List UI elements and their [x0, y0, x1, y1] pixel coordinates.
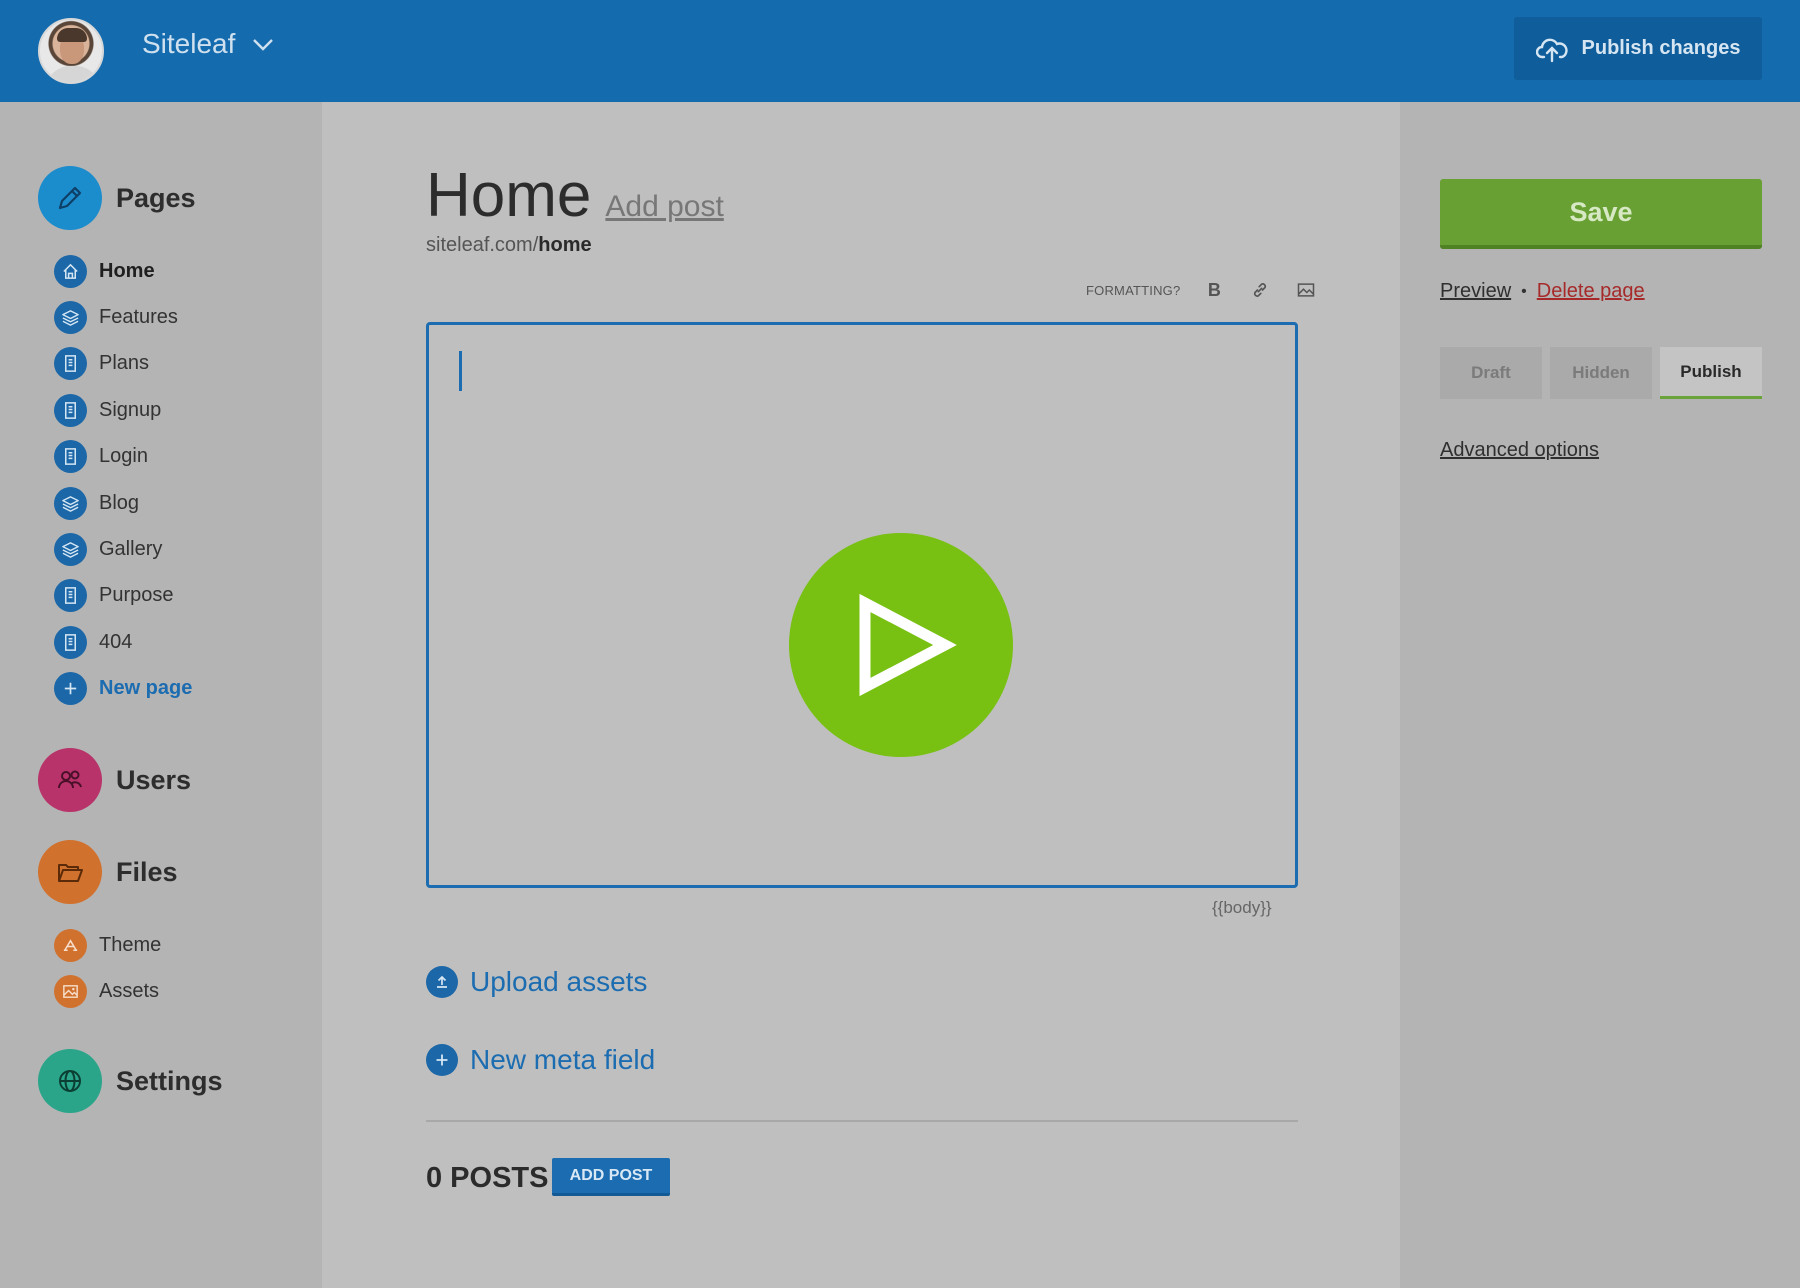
sidebar-item-theme[interactable]: Theme [54, 922, 161, 968]
document-icon [54, 440, 87, 474]
url-prefix: siteleaf.com/ [426, 234, 539, 256]
sidebar-item-label: Login [99, 445, 148, 468]
formatting-toolbar: FORMATTING? B [1086, 278, 1318, 302]
sidebar-item-purpose[interactable]: Purpose [54, 573, 192, 619]
site-name: Siteleaf [142, 28, 236, 59]
document-icon [54, 347, 87, 381]
new-page-label: New page [99, 677, 193, 700]
section-settings[interactable]: Settings [38, 1049, 223, 1113]
chevron-down-icon [253, 39, 274, 51]
home-icon [54, 254, 87, 288]
publish-changes-label: Publish changes [1581, 37, 1741, 59]
sidebar-item-404[interactable]: 404 [54, 619, 192, 665]
section-files[interactable]: Files [38, 840, 178, 904]
sidebar-item-plans[interactable]: Plans [54, 341, 192, 387]
posts-count: 0 POSTS [426, 1162, 549, 1194]
separator: • [1521, 282, 1527, 300]
publish-panel: Save Preview • Delete page Draft Hidden … [1400, 102, 1800, 1288]
sidebar-item-assets[interactable]: Assets [54, 968, 161, 1014]
pages-list: Home Features Plans Signup Login Blog Ga… [54, 248, 192, 712]
sidebar-item-label: Home [99, 259, 155, 282]
status-tabs: Draft Hidden Publish [1440, 347, 1762, 399]
page-title: Home Add post [426, 160, 724, 231]
upload-assets-button[interactable]: Upload assets [426, 966, 647, 998]
new-meta-field-button[interactable]: New meta field [426, 1044, 655, 1076]
layers-icon [54, 533, 87, 567]
formatting-help-link[interactable]: FORMATTING? [1086, 283, 1180, 298]
site-switcher[interactable]: Siteleaf [142, 28, 275, 60]
main-content: Home Add post siteleaf.com/home FORMATTI… [322, 102, 1400, 1288]
top-bar: Siteleaf Publish changes [0, 0, 1800, 102]
pencil-icon [38, 166, 102, 230]
section-users-label: Users [116, 764, 192, 795]
section-settings-label: Settings [116, 1065, 223, 1096]
sidebar-item-features[interactable]: Features [54, 294, 192, 340]
plus-icon [54, 672, 87, 706]
new-page-button[interactable]: New page [54, 666, 192, 712]
add-post-button[interactable]: ADD POST [552, 1158, 670, 1196]
upload-assets-label: Upload assets [470, 966, 648, 997]
save-button[interactable]: Save [1440, 179, 1762, 249]
theme-icon [54, 928, 87, 962]
delete-page-link[interactable]: Delete page [1537, 280, 1645, 303]
sidebar-item-label: Features [99, 306, 178, 329]
sidebar-item-gallery[interactable]: Gallery [54, 526, 192, 572]
section-pages[interactable]: Pages [38, 166, 196, 230]
sidebar-item-label: 404 [99, 630, 133, 653]
play-icon [859, 593, 957, 697]
sidebar-item-login[interactable]: Login [54, 434, 192, 480]
folder-icon [38, 840, 102, 904]
document-icon [54, 625, 87, 659]
section-users[interactable]: Users [38, 748, 191, 812]
tab-hidden[interactable]: Hidden [1550, 347, 1652, 399]
page-title-text: Home [426, 161, 592, 230]
image-icon [54, 975, 87, 1009]
sidebar: Pages Home Features Plans Signup Login B… [0, 102, 322, 1288]
sidebar-item-label: Signup [99, 398, 162, 421]
tab-draft[interactable]: Draft [1440, 347, 1542, 399]
link-icon[interactable] [1248, 278, 1272, 302]
section-files-label: Files [116, 856, 178, 887]
body-variable-tag: {{body}} [1212, 898, 1272, 917]
sidebar-item-signup[interactable]: Signup [54, 387, 192, 433]
bold-button[interactable]: B [1202, 278, 1226, 302]
sidebar-item-label: Blog [99, 491, 140, 514]
sidebar-item-blog[interactable]: Blog [54, 480, 192, 526]
add-post-link[interactable]: Add post [605, 190, 723, 224]
image-icon[interactable] [1294, 278, 1318, 302]
globe-icon [38, 1049, 102, 1113]
layers-icon [54, 486, 87, 520]
sidebar-item-label: Gallery [99, 538, 163, 561]
sidebar-item-label: Assets [99, 980, 160, 1003]
page-actions: Preview • Delete page [1440, 280, 1645, 303]
advanced-options-link[interactable]: Advanced options [1440, 439, 1599, 462]
files-list: Theme Assets [54, 922, 161, 1015]
users-icon [38, 748, 102, 812]
play-video-button[interactable] [789, 533, 1013, 757]
document-icon [54, 393, 87, 427]
publish-changes-button[interactable]: Publish changes [1514, 17, 1762, 80]
sidebar-item-label: Purpose [99, 584, 174, 607]
upload-icon [426, 966, 458, 998]
sidebar-item-home[interactable]: Home [54, 248, 192, 294]
document-icon [54, 579, 87, 613]
cloud-upload-icon [1535, 38, 1568, 62]
sidebar-item-label: Theme [99, 933, 162, 956]
layers-icon [54, 301, 87, 335]
sidebar-item-label: Plans [99, 352, 150, 375]
tab-publish[interactable]: Publish [1660, 347, 1762, 399]
page-url: siteleaf.com/home [426, 234, 592, 257]
plus-icon [426, 1044, 458, 1076]
divider [426, 1120, 1298, 1122]
avatar[interactable] [38, 18, 104, 84]
new-meta-field-label: New meta field [470, 1044, 656, 1075]
section-pages-label: Pages [116, 182, 196, 213]
preview-link[interactable]: Preview [1440, 280, 1511, 303]
text-caret [459, 351, 462, 391]
body-editor[interactable] [426, 322, 1298, 888]
url-slug[interactable]: home [538, 234, 591, 256]
